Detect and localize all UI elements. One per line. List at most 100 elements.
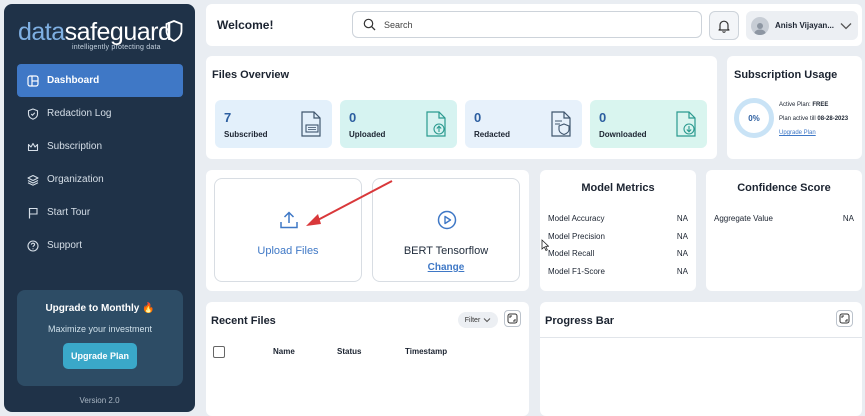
logo-text-part1: data — [18, 18, 65, 46]
active-plan-label: Active Plan: — [779, 102, 811, 108]
expand-icon — [507, 313, 518, 324]
stat-label: Uploaded — [349, 130, 386, 139]
model-card: Upload Files BERT Tensorflow Change — [206, 170, 529, 291]
logo-text-part2: safeguard — [64, 18, 172, 46]
files-overview-card: Files Overview 7 Subscribed 0 Uploaded 0… — [206, 56, 717, 159]
sidebar-item-label: Support — [47, 240, 83, 251]
confidence-row: Aggregate Value NA — [714, 214, 854, 223]
stat-value: 0 — [474, 110, 482, 125]
subscription-usage-card: Subscription Usage 0% Active Plan: FREE … — [727, 56, 862, 159]
stat-value: 0 — [599, 110, 607, 125]
stat-label: Subscribed — [224, 130, 268, 139]
metric-label: Model Recall — [548, 249, 595, 258]
chevron-down-icon — [840, 22, 852, 29]
stat-label: Downloaded — [599, 130, 647, 139]
filter-label: Filter — [464, 316, 481, 324]
metric-label: Model F1-Score — [548, 267, 605, 276]
chevron-down-icon — [483, 318, 491, 323]
layers-icon — [27, 174, 39, 186]
upgrade-plan-link[interactable]: Upgrade Plan — [779, 130, 816, 136]
notifications-button[interactable] — [709, 11, 739, 40]
divider — [540, 337, 862, 338]
metric-row: Model Accuracy NA — [548, 214, 688, 223]
expand-icon — [839, 313, 850, 324]
expand-button[interactable] — [504, 310, 521, 327]
file-shield-icon — [551, 111, 571, 137]
upload-icon — [280, 211, 298, 229]
select-all-checkbox[interactable] — [213, 346, 225, 358]
flame-icon: 🔥 — [142, 303, 155, 314]
table-header: Name Status Timestamp — [206, 346, 529, 360]
user-menu[interactable]: Anish Vijayan... — [746, 11, 858, 40]
upgrade-subtitle: Maximize your investment — [47, 324, 153, 334]
metric-label: Model Precision — [548, 232, 605, 241]
stat-redacted: 0 Redacted — [465, 100, 582, 148]
avatar — [751, 16, 769, 35]
user-name: Anish Vijayan... — [775, 21, 834, 30]
search-icon — [363, 18, 376, 31]
progress-bar-card: Progress Bar — [540, 302, 862, 416]
sidebar-nav: Dashboard Redaction Log Subscription Org… — [17, 64, 183, 262]
help-icon — [27, 239, 39, 252]
metric-label: Model Accuracy — [548, 214, 605, 223]
stat-uploaded: 0 Uploaded — [340, 100, 457, 148]
model-metrics-title: Model Metrics — [581, 182, 655, 194]
metric-row: Model Precision NA — [548, 232, 688, 241]
upload-files-label: Upload Files — [257, 245, 319, 257]
subscription-usage-title: Subscription Usage — [734, 69, 838, 81]
sidebar-item-label: Start Tour — [47, 207, 91, 218]
plan-active-till-value: 08-28-2023 — [817, 116, 849, 122]
search-input[interactable]: Search — [352, 11, 702, 38]
user-icon — [754, 22, 766, 35]
usage-ring: 0% — [734, 98, 774, 138]
metric-value: NA — [676, 214, 688, 223]
sidebar-item-organization[interactable]: Organization — [17, 163, 183, 196]
sidebar-item-support[interactable]: Support — [17, 229, 183, 262]
upgrade-plan-button[interactable]: Upgrade Plan — [63, 343, 137, 369]
stat-subscribed: 7 Subscribed — [215, 100, 332, 148]
column-header-status[interactable]: Status — [337, 347, 361, 356]
column-header-name[interactable]: Name — [273, 347, 295, 356]
progress-bar-title: Progress Bar — [545, 315, 615, 327]
bell-icon — [718, 20, 730, 33]
sidebar-item-label: Subscription — [47, 141, 103, 152]
file-database-icon — [301, 111, 321, 137]
upgrade-card: Upgrade to Monthly 🔥 Maximize your inves… — [17, 290, 183, 386]
active-plan-value: FREE — [812, 102, 829, 108]
stat-downloaded: 0 Downloaded — [590, 100, 707, 148]
stat-value: 0 — [349, 110, 357, 125]
stat-label: Redacted — [474, 130, 511, 139]
upload-files-button[interactable]: Upload Files — [214, 178, 362, 282]
expand-button[interactable] — [836, 310, 853, 327]
welcome-title: Welcome! — [217, 18, 274, 32]
search-placeholder: Search — [384, 19, 413, 30]
metric-value: NA — [676, 249, 688, 258]
sidebar-item-start-tour[interactable]: Start Tour — [17, 196, 183, 229]
confidence-score-title: Confidence Score — [737, 182, 831, 194]
metric-value: NA — [676, 232, 688, 241]
crown-icon — [27, 142, 39, 151]
model-selector: BERT Tensorflow Change — [372, 178, 520, 282]
sidebar-item-redaction-log[interactable]: Redaction Log — [17, 97, 183, 130]
shield-icon — [27, 107, 39, 120]
filter-button[interactable]: Filter — [458, 312, 498, 328]
confidence-score-card: Confidence Score Aggregate Value NA — [706, 170, 862, 291]
change-model-link[interactable]: Change — [373, 262, 519, 273]
play-circle-icon — [437, 210, 457, 230]
sidebar: datasafeguard intelligently protecting d… — [4, 4, 195, 412]
sidebar-item-label: Redaction Log — [47, 108, 112, 119]
confidence-value: NA — [842, 214, 854, 223]
metric-value: NA — [676, 267, 688, 276]
sidebar-item-dashboard[interactable]: Dashboard — [17, 64, 183, 97]
version-label: Version 2.0 — [79, 396, 120, 405]
metric-row: Model F1-Score NA — [548, 267, 688, 276]
files-overview-title: Files Overview — [212, 69, 290, 81]
column-header-timestamp[interactable]: Timestamp — [405, 347, 447, 356]
dashboard-icon — [27, 74, 39, 87]
sidebar-item-subscription[interactable]: Subscription — [17, 130, 183, 163]
logo[interactable]: datasafeguard intelligently protecting d… — [18, 18, 188, 56]
usage-percent: 0% — [748, 113, 760, 123]
plan-active-till-label: Plan active till — [779, 116, 816, 122]
upgrade-title: Upgrade to Monthly — [45, 303, 140, 314]
model-name: BERT Tensorflow — [403, 245, 489, 257]
